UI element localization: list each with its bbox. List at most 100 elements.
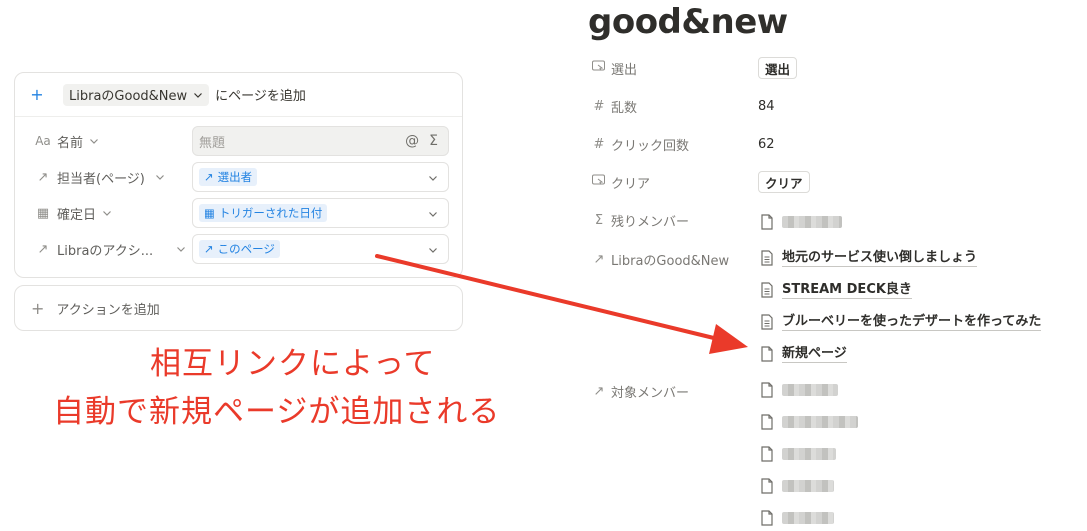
input-end-icons: @ Σ — [405, 133, 438, 149]
property-label-target-members[interactable]: ↗ 対象メンバー — [591, 381, 689, 401]
page-title: good&new — [588, 2, 788, 42]
property-value-select: 選出 — [758, 57, 798, 79]
property-label-clear[interactable]: クリア — [591, 172, 650, 192]
mention-icon[interactable]: @ — [405, 133, 419, 149]
page-lines-icon — [761, 250, 773, 266]
page-icon — [761, 214, 773, 230]
libra-action-select[interactable]: ↗ このページ — [192, 234, 449, 264]
calendar-icon: ▦ — [204, 206, 215, 220]
chevron-down-icon — [429, 212, 437, 217]
page-icon — [761, 446, 773, 462]
member-item[interactable] — [760, 476, 834, 496]
formula-icon[interactable]: Σ — [429, 133, 438, 149]
field-label-assignee[interactable]: ↗ 担当者(ページ) — [35, 162, 165, 192]
field-row-assignee: ↗ 担当者(ページ) ↗ 選出者 — [15, 162, 462, 192]
relation-item[interactable]: STREAM DECK良き — [760, 280, 912, 300]
relation-item-title: STREAM DECK良き — [782, 281, 912, 299]
member-item[interactable] — [760, 380, 838, 400]
property-label-text: 対象メンバー — [611, 385, 690, 401]
field-row-libra-action: ↗ Libraのアクシ... ↗ このページ — [15, 234, 462, 264]
property-value-random[interactable]: 84 — [758, 95, 775, 117]
field-label-date[interactable]: ▦ 確定日 — [35, 198, 112, 228]
value-tag-label: 選出者 — [217, 170, 253, 184]
plus-icon: + — [31, 298, 45, 318]
field-label-text: 名前 — [57, 135, 84, 151]
header-suffix-text: にページを追加 — [215, 89, 306, 104]
field-label-text: 担当者(ページ) — [57, 171, 145, 187]
property-label-libra-good-new[interactable]: ↗ LibraのGood&New — [591, 249, 730, 269]
relation-arrow-icon: ↗ — [593, 251, 605, 267]
property-label-text: クリック回数 — [611, 138, 690, 154]
blurred-name — [782, 448, 836, 460]
page-icon — [761, 478, 773, 494]
relation-item-title: 新規ページ — [782, 345, 847, 363]
relation-arrow-icon: ↗ — [204, 170, 214, 184]
chevron-down-icon — [194, 92, 203, 98]
property-value-click-count[interactable]: 62 — [758, 133, 775, 155]
property-label-select[interactable]: 選出 — [591, 58, 637, 78]
page-lines-icon — [761, 314, 773, 330]
number-property-icon: # — [593, 98, 605, 114]
field-label-libra-action[interactable]: ↗ Libraのアクシ... — [35, 234, 185, 264]
field-row-date: ▦ 確定日 ▦ トリガーされた日付 — [15, 198, 462, 228]
remaining-member-item[interactable] — [760, 212, 842, 232]
property-label-text: 残りメンバー — [611, 214, 690, 230]
text-property-icon: Aa — [35, 134, 51, 148]
chevron-down-icon — [429, 176, 437, 181]
property-label-text: 選出 — [611, 62, 638, 78]
add-action-label: アクションを追加 — [56, 302, 160, 318]
page-icon — [761, 382, 773, 398]
property-label-text: クリア — [611, 176, 651, 192]
plus-icon[interactable]: + — [29, 86, 45, 103]
field-label-text: Libraのアクシ... — [57, 243, 154, 259]
name-placeholder: 無題 — [199, 135, 226, 151]
blurred-name — [782, 416, 858, 428]
page-icon — [761, 414, 773, 430]
blurred-name — [782, 384, 838, 396]
formula-icon: Σ — [594, 212, 604, 228]
database-selector[interactable]: LibraのGood&New — [63, 83, 210, 106]
relation-item-title: ブルーベリーを使ったデザートを作ってみた — [782, 313, 1042, 331]
value-tag: ▦ トリガーされた日付 — [199, 204, 328, 222]
blurred-name — [782, 512, 834, 524]
relation-arrow-icon: ↗ — [37, 169, 49, 185]
field-label-text: 確定日 — [57, 207, 97, 223]
add-action-button[interactable]: + アクションを追加 — [14, 285, 463, 331]
chevron-down-icon — [90, 139, 98, 144]
relation-item[interactable]: ブルーベリーを使ったデザートを作ってみた — [760, 312, 1042, 332]
member-item[interactable] — [760, 444, 836, 464]
property-label-remaining-members[interactable]: Σ 残りメンバー — [591, 210, 689, 230]
property-value-clear: クリア — [758, 171, 810, 193]
page-lines-icon — [761, 282, 773, 298]
value-tag-label: トリガーされた日付 — [218, 206, 323, 220]
calendar-icon: ▦ — [36, 205, 50, 221]
member-item[interactable] — [760, 412, 858, 432]
value-tag: ↗ このページ — [199, 240, 280, 258]
select-button[interactable]: 選出 — [758, 57, 798, 79]
page-icon — [761, 346, 773, 362]
blurred-name — [782, 216, 842, 228]
name-input[interactable]: 無題 @ Σ — [192, 126, 449, 156]
annotation-line-2: 自動で新規ページが追加される — [53, 394, 501, 430]
number-property-icon: # — [593, 136, 605, 152]
field-label-name[interactable]: Aa 名前 — [35, 126, 99, 156]
page-icon — [761, 510, 773, 526]
database-selector-label: LibraのGood&New — [69, 89, 188, 104]
clear-button[interactable]: クリア — [758, 171, 810, 193]
property-label-random[interactable]: # 乱数 — [591, 96, 637, 116]
button-property-icon — [591, 174, 607, 190]
annotation-line-1: 相互リンクによって — [150, 346, 436, 382]
assignee-select[interactable]: ↗ 選出者 — [192, 162, 449, 192]
date-select[interactable]: ▦ トリガーされた日付 — [192, 198, 449, 228]
relation-item-title: 地元のサービス使い倒しましょう — [782, 249, 978, 267]
button-property-icon — [591, 60, 607, 76]
relation-arrow-icon: ↗ — [204, 242, 214, 256]
relation-item[interactable]: 地元のサービス使い倒しましょう — [760, 248, 978, 268]
chevron-down-icon — [155, 175, 164, 180]
chevron-down-icon — [429, 248, 437, 253]
member-item[interactable] — [760, 508, 834, 528]
relation-item-new-page[interactable]: 新規ページ — [760, 344, 847, 364]
property-label-text: LibraのGood&New — [611, 253, 730, 269]
property-label-click-count[interactable]: # クリック回数 — [591, 134, 689, 154]
blurred-name — [782, 480, 834, 492]
